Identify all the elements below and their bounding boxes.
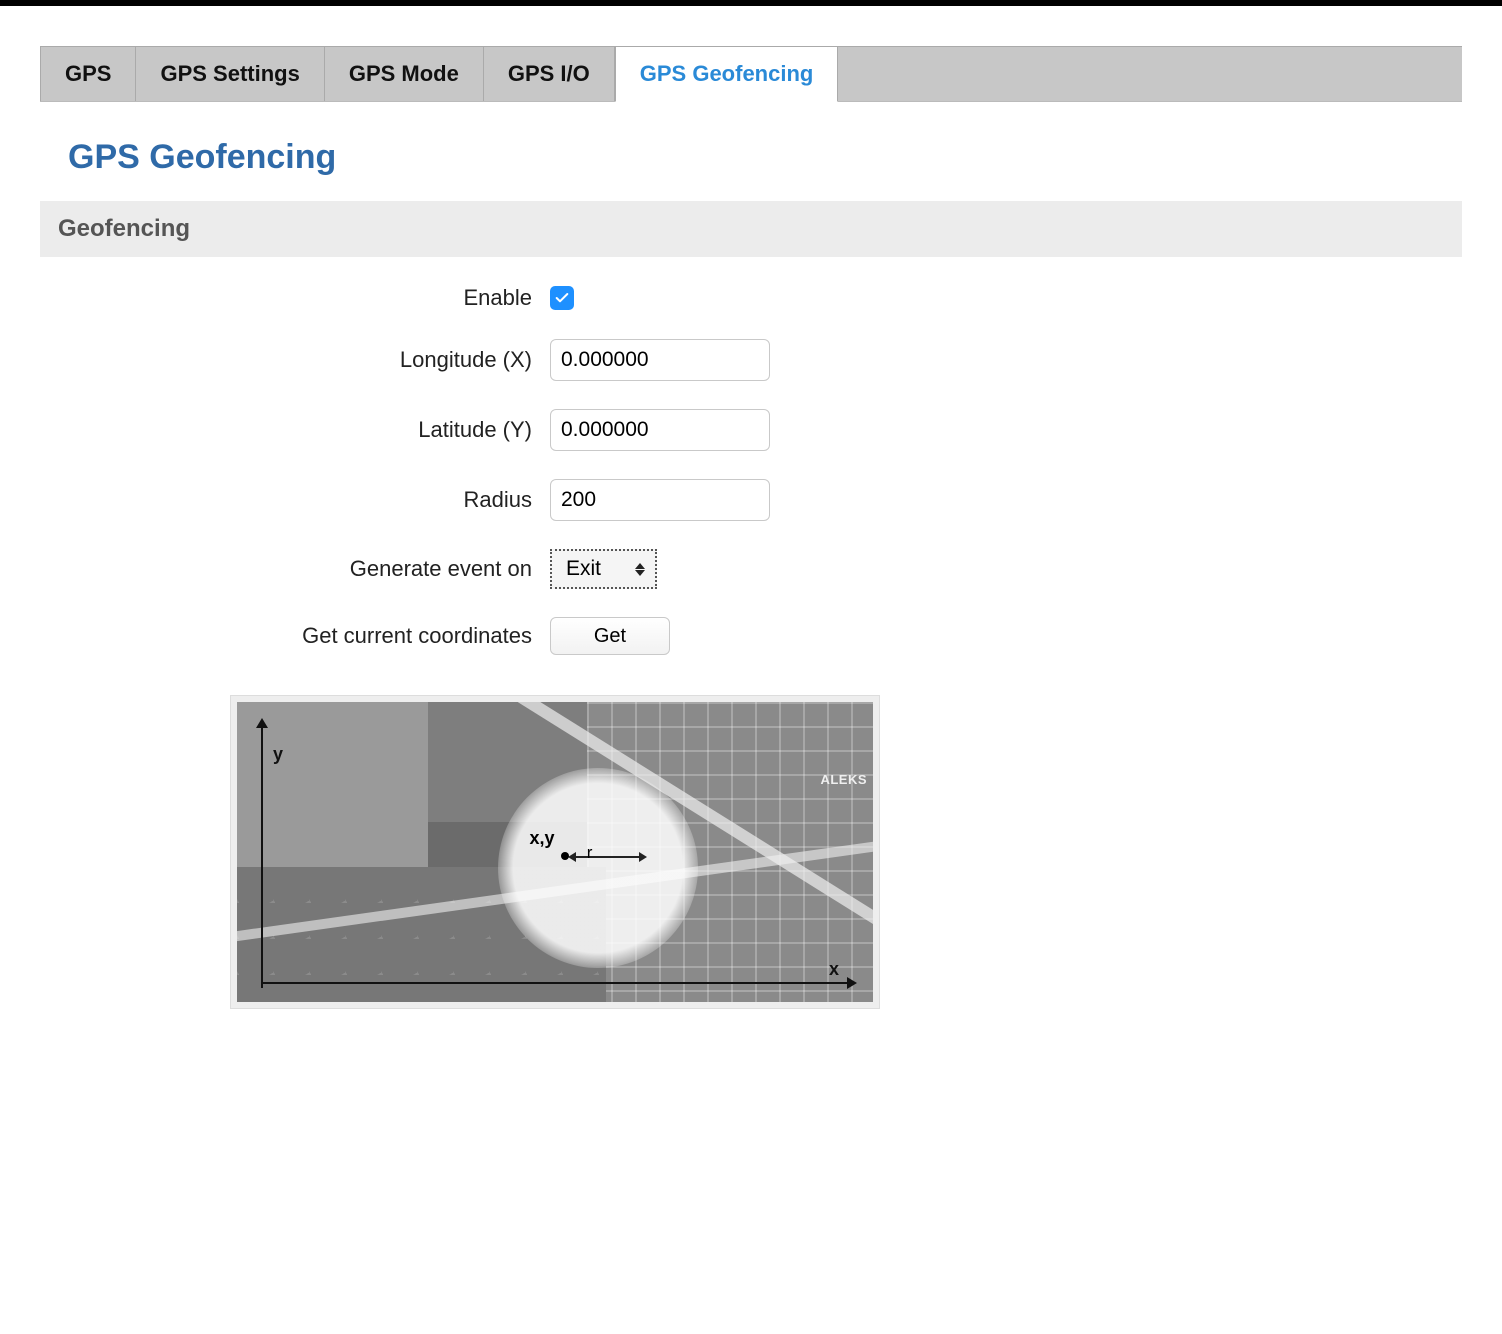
tab-gps-geofencing[interactable]: GPS Geofencing [615,46,839,102]
enable-label: Enable [40,285,550,311]
tabs-filler [838,46,1462,101]
center-label: x,y [530,828,555,849]
map-edge-label: ALEKS [820,772,867,787]
y-axis-label: y [273,744,283,765]
radius-label: Radius [40,487,550,513]
x-axis-label: x [829,959,839,980]
longitude-input[interactable] [550,339,770,381]
longitude-label: Longitude (X) [40,347,550,373]
tab-gps-settings[interactable]: GPS Settings [136,46,324,101]
get-coordinates-label: Get current coordinates [40,623,550,649]
geofence-circle-icon [498,768,698,968]
radius-input[interactable] [550,479,770,521]
tab-gps[interactable]: GPS [40,46,136,101]
radius-arrow-icon [570,856,645,858]
page-title: GPS Geofencing [68,138,1462,177]
chevron-updown-icon [635,563,645,576]
y-axis-icon [261,720,263,988]
event-select-value: Exit [566,557,601,581]
radius-label-on-map: r [587,843,593,863]
latitude-label: Latitude (Y) [40,417,550,443]
tabs-bar: GPS GPS Settings GPS Mode GPS I/O GPS Ge… [40,46,1462,102]
geofence-map-frame: y x x,y r ALEKS [230,695,880,1009]
geofencing-form: Enable Longitude (X) Latitude (Y) Radius [40,285,1462,655]
geofence-map: y x x,y r ALEKS [237,702,873,1002]
enable-checkbox[interactable] [550,286,574,310]
latitude-input[interactable] [550,409,770,451]
event-label: Generate event on [40,556,550,582]
event-select[interactable]: Exit [550,549,657,589]
tab-gps-io[interactable]: GPS I/O [484,46,615,101]
get-button[interactable]: Get [550,617,670,655]
section-header-geofencing: Geofencing [40,201,1462,257]
tab-gps-mode[interactable]: GPS Mode [325,46,484,101]
x-axis-icon [261,982,855,984]
check-icon [554,290,570,306]
